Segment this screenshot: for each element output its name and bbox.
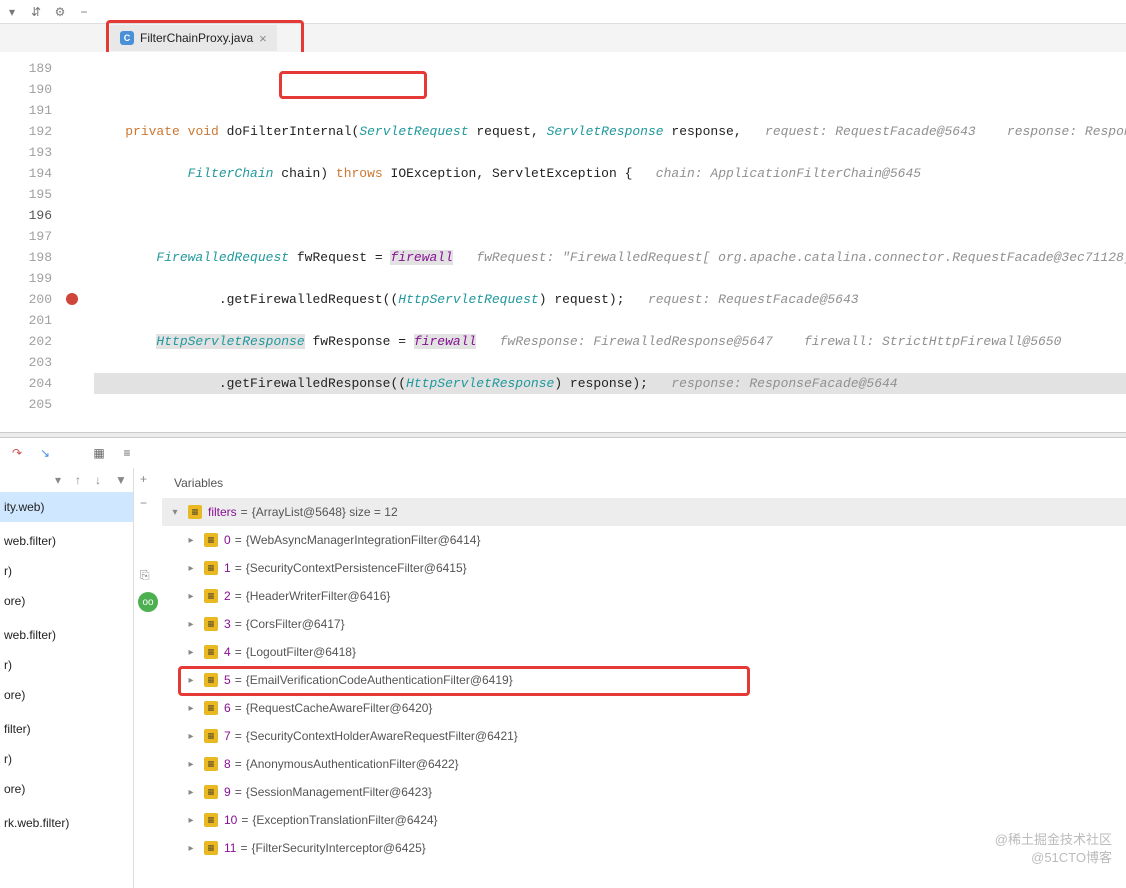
editor-area: 189190191192 193194195 196197198199 2002… [0, 52, 1126, 432]
expand-arrow-icon[interactable]: ▸ [184, 647, 198, 658]
tree-item-row[interactable]: ▸≡9={SessionManagementFilter@6423} [162, 778, 1126, 806]
tree-item-row[interactable]: ▸≡7={SecurityContextHolderAwareRequestFi… [162, 722, 1126, 750]
expand-arrow-icon[interactable]: ▸ [184, 535, 198, 546]
frames-pane: ▾ ↑ ↓ ▼ ity.web)web.filter)r)ore)web.fil… [0, 468, 134, 888]
expand-arrow-icon[interactable]: ▸ [184, 759, 198, 770]
gear-icon[interactable]: ⚙ [52, 4, 68, 20]
frame-item[interactable]: ity.web) [0, 492, 133, 522]
glasses-icon[interactable]: oo [138, 592, 158, 612]
tree-item-row[interactable]: ▸≡8={AnonymousAuthenticationFilter@6422} [162, 750, 1126, 778]
expand-arrow-icon[interactable]: ▾ [168, 507, 182, 518]
code-view[interactable]: private void doFilterInternal(ServletReq… [94, 52, 1126, 432]
frame-item[interactable]: web.filter) [0, 620, 133, 650]
down-arrow-icon[interactable]: ↓ [95, 473, 109, 487]
tree-item-row[interactable]: ▸≡0={WebAsyncManagerIntegrationFilter@64… [162, 526, 1126, 554]
frame-item[interactable]: r) [0, 744, 133, 774]
object-icon: ≡ [204, 645, 218, 659]
object-icon: ≡ [188, 505, 202, 519]
breakpoint-icon[interactable] [66, 293, 78, 305]
tab-close-icon[interactable]: × [259, 31, 267, 46]
variables-header: Variables [162, 468, 1126, 498]
object-icon: ≡ [204, 757, 218, 771]
tree-item-row[interactable]: ▸≡2={HeaderWriterFilter@6416} [162, 582, 1126, 610]
table-icon[interactable]: ▦ [90, 444, 108, 462]
frame-item[interactable]: ore) [0, 774, 133, 804]
frame-item[interactable]: web.filter) [0, 526, 133, 556]
frame-item[interactable]: filter) [0, 714, 133, 744]
variables-tree[interactable]: Variables ▾ ≡ filters = {ArrayList@5648}… [162, 468, 1126, 888]
expand-arrow-icon[interactable]: ▸ [184, 563, 198, 574]
object-icon: ≡ [204, 729, 218, 743]
object-icon: ≡ [204, 533, 218, 547]
editor-tab-bar: C FilterChainProxy.java × [0, 24, 1126, 52]
expand-arrow-icon[interactable]: ▸ [184, 787, 198, 798]
expand-arrow-icon[interactable]: ▸ [184, 731, 198, 742]
top-toolbar: ▾ ⇵ ⚙ − [0, 0, 1126, 24]
frame-item[interactable]: r) [0, 650, 133, 680]
frame-list[interactable]: ity.web)web.filter)r)ore)web.filter)r)or… [0, 492, 133, 838]
step-into-icon[interactable]: ↘ [36, 444, 54, 462]
copy-icon[interactable]: ⎘ [140, 568, 156, 584]
nav-down-icon[interactable]: ▾ [4, 4, 20, 20]
vars-rail: + − ⎘ oo [134, 468, 162, 888]
expand-icon[interactable]: ⇵ [28, 4, 44, 20]
frame-item[interactable]: rk.web.filter) [0, 808, 133, 838]
tree-root-row[interactable]: ▾ ≡ filters = {ArrayList@5648} size = 12 [162, 498, 1126, 526]
tree-item-row[interactable]: ▸≡11={FilterSecurityInterceptor@6425} [162, 834, 1126, 862]
filter-icon[interactable]: ▼ [115, 473, 129, 487]
frames-toolbar: ▾ ↑ ↓ ▼ [0, 468, 133, 492]
frame-item[interactable]: ore) [0, 680, 133, 710]
tab-filename: FilterChainProxy.java [140, 31, 253, 45]
expand-arrow-icon[interactable]: ▸ [184, 815, 198, 826]
dropdown-icon[interactable]: ▾ [55, 473, 69, 487]
expand-arrow-icon[interactable]: ▸ [184, 619, 198, 630]
debug-toolbar: ↷ ↘ ▦ ≡ [0, 438, 1126, 468]
object-icon: ≡ [204, 785, 218, 799]
variables-panel: ▾ ↑ ↓ ▼ ity.web)web.filter)r)ore)web.fil… [0, 468, 1126, 888]
object-icon: ≡ [204, 813, 218, 827]
step-over-icon[interactable]: ↷ [8, 444, 26, 462]
line-number-gutter: 189190191192 193194195 196197198199 2002… [0, 52, 60, 432]
editor-tab[interactable]: C FilterChainProxy.java × [110, 25, 277, 51]
tree-item-row[interactable]: ▸≡3={CorsFilter@6417} [162, 610, 1126, 638]
object-icon: ≡ [204, 589, 218, 603]
expand-arrow-icon[interactable]: ▸ [184, 703, 198, 714]
java-file-icon: C [120, 31, 134, 45]
object-icon: ≡ [204, 561, 218, 575]
frame-item[interactable]: ore) [0, 586, 133, 616]
gutter-annotations [60, 52, 94, 432]
object-icon: ≡ [204, 701, 218, 715]
frame-item[interactable]: r) [0, 556, 133, 586]
tree-item-row[interactable]: ▸≡4={LogoutFilter@6418} [162, 638, 1126, 666]
minus-icon[interactable]: − [76, 4, 92, 20]
object-icon: ≡ [204, 841, 218, 855]
object-icon: ≡ [204, 673, 218, 687]
plus-icon[interactable]: + [140, 472, 156, 488]
tree-item-row[interactable]: ▸≡10={ExceptionTranslationFilter@6424} [162, 806, 1126, 834]
tree-item-row[interactable]: ▸≡5={EmailVerificationCodeAuthentication… [162, 666, 1126, 694]
object-icon: ≡ [204, 617, 218, 631]
tree-item-row[interactable]: ▸≡6={RequestCacheAwareFilter@6420} [162, 694, 1126, 722]
list-icon[interactable]: ≡ [118, 444, 136, 462]
expand-arrow-icon[interactable]: ▸ [184, 675, 198, 686]
watermark: @稀土掘金技术社区 @51CTO博客 [995, 831, 1112, 867]
up-arrow-icon[interactable]: ↑ [75, 473, 89, 487]
tree-item-row[interactable]: ▸≡1={SecurityContextPersistenceFilter@64… [162, 554, 1126, 582]
expand-arrow-icon[interactable]: ▸ [184, 591, 198, 602]
minus-icon[interactable]: − [140, 496, 156, 512]
expand-arrow-icon[interactable]: ▸ [184, 843, 198, 854]
